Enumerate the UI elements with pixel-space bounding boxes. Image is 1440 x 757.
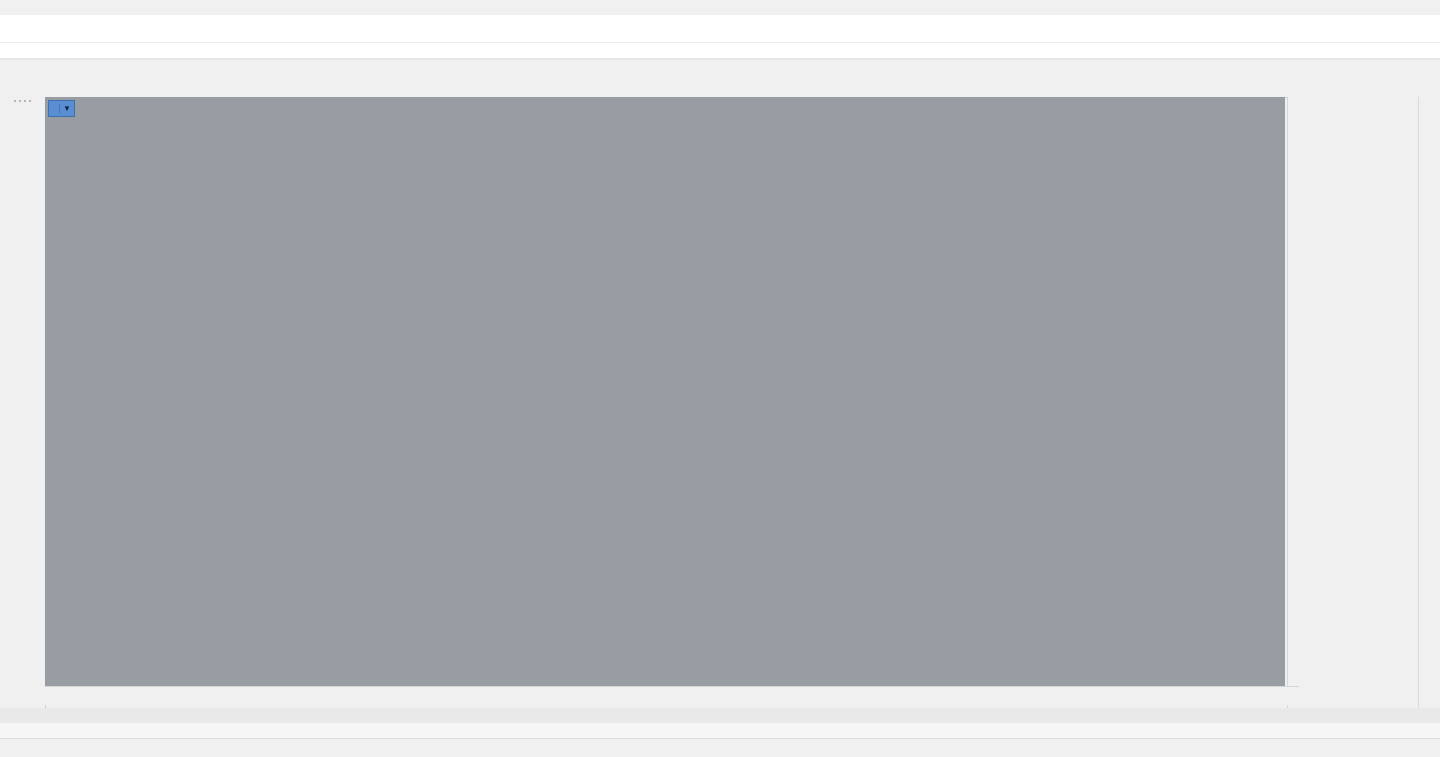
strip-gear-bottom-icon[interactable] [1419,682,1440,706]
command-history-line [0,20,1440,31]
hull-wireframe-canvas[interactable] [45,97,1285,686]
bottom-tab-bar [0,708,1440,723]
command-history-line [0,31,1440,42]
toolbar-grip[interactable] [0,97,45,104]
menu-bar [0,0,1440,15]
toolbar-icon-row [0,76,1440,98]
chevron-down-icon[interactable]: ▼ [59,104,71,113]
rhino-window: ▼ [0,0,1440,757]
properties-panel [1287,97,1419,708]
command-history[interactable] [0,15,1440,59]
command-prompt-input[interactable] [0,42,1440,55]
viewport-title-menu[interactable]: ▼ [48,100,75,117]
toolbar-tab-bar [0,60,1440,76]
viewport-tab-bar [45,686,1299,705]
strip-gear-icon[interactable] [1419,97,1440,121]
osnap-row [0,723,1440,738]
left-toolbar [0,97,46,708]
side-tab-strip [1418,97,1440,708]
status-bar [0,738,1440,757]
front-viewport[interactable] [45,97,1285,686]
